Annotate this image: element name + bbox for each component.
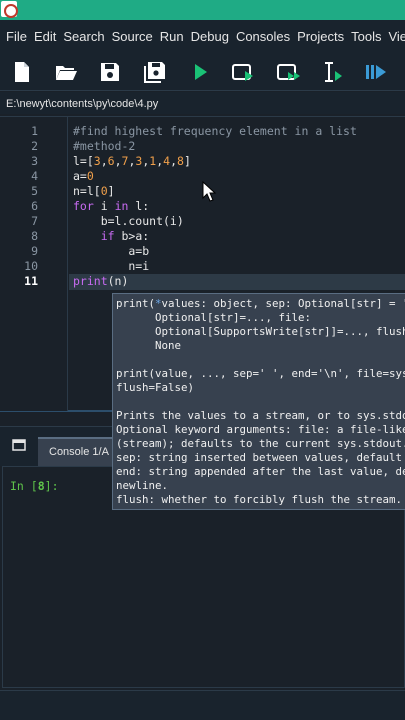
title-bar — [0, 0, 405, 20]
menu-bar: File Edit Search Source Run Debug Consol… — [0, 20, 405, 53]
calltip-line: Optional keyword arguments: file: a file… — [116, 423, 405, 436]
menu-projects[interactable]: Projects — [297, 29, 344, 44]
code-line[interactable]: a=0 — [73, 169, 94, 184]
current-line-number: 11 — [24, 274, 38, 288]
code-line[interactable]: #find highest frequency element in a lis… — [73, 124, 357, 139]
save-icon[interactable] — [97, 59, 123, 85]
calltip-line: (stream); defaults to the current sys.st… — [116, 437, 405, 450]
line-number: 5 — [31, 184, 38, 198]
line-number: 4 — [31, 169, 38, 183]
open-folder-icon[interactable] — [53, 59, 79, 85]
line-number: 2 — [31, 139, 38, 153]
new-file-icon[interactable] — [8, 59, 34, 85]
code-line[interactable]: n=i — [73, 259, 149, 274]
code-line[interactable]: print(n) — [73, 274, 128, 289]
menu-consoles[interactable]: Consoles — [236, 29, 290, 44]
spyder-app-icon — [1, 1, 18, 18]
menu-run[interactable]: Run — [160, 29, 184, 44]
menu-view[interactable]: View — [388, 29, 405, 44]
calltip-line: flush=False) — [116, 381, 195, 394]
line-number: 7 — [31, 214, 38, 228]
save-all-icon[interactable] — [142, 59, 168, 85]
line-number: 1 — [31, 124, 38, 138]
calltip-line: Optional[SupportsWrite[str]]=..., flush:… — [155, 325, 405, 338]
prompt-prefix: In [ — [10, 479, 38, 493]
line-number: 8 — [31, 229, 38, 243]
code-line[interactable]: if b>a: — [73, 229, 149, 244]
code-line[interactable]: a=b — [73, 244, 149, 259]
line-number: 9 — [31, 244, 38, 258]
menu-source[interactable]: Source — [112, 29, 153, 44]
console-tab-label: Console 1/A — [49, 446, 109, 458]
menu-search[interactable]: Search — [63, 29, 104, 44]
debug-icon[interactable] — [364, 59, 390, 85]
menu-file[interactable]: File — [6, 29, 27, 44]
line-number: 10 — [24, 259, 38, 273]
prompt-number: 8 — [37, 479, 45, 493]
menu-tools[interactable]: Tools — [351, 29, 381, 44]
code-line[interactable]: for i in l: — [73, 199, 149, 214]
run-selection-icon[interactable] — [320, 59, 346, 85]
calltip-line: end: string appended after the last valu… — [116, 465, 405, 478]
code-line[interactable]: #method-2 — [73, 139, 135, 154]
run-cell-icon[interactable] — [231, 59, 257, 85]
run-icon[interactable] — [187, 59, 213, 85]
calltip-line: None — [116, 339, 182, 352]
menu-debug[interactable]: Debug — [191, 29, 229, 44]
status-bar — [0, 690, 405, 720]
calltip-line: print(*values: object, sep: Optional[str… — [116, 297, 405, 310]
calltip-line: flush: whether to forcibly flush the str… — [116, 493, 403, 506]
prompt-suffix: ]: — [44, 479, 59, 493]
mouse-cursor-icon — [202, 181, 217, 202]
file-path: E:\newyt\contents\py\code\4.py — [6, 98, 159, 110]
calltip-line: print(value, ..., sep=' ', end='\n', fil… — [116, 367, 405, 380]
calltip-popup: print(*values: object, sep: Optional[str… — [112, 293, 405, 510]
code-line[interactable]: b=l.count(i) — [73, 214, 184, 229]
console-window-icon[interactable] — [12, 439, 26, 451]
code-line[interactable]: l=[3,6,7,3,1,4,8] — [73, 154, 191, 169]
calltip-line: Optional[str]=..., file: — [116, 311, 312, 324]
line-number: 3 — [31, 154, 38, 168]
run-cell-advance-icon[interactable] — [276, 59, 302, 85]
code-line[interactable]: n=l[0] — [73, 184, 115, 199]
calltip-line: newline. — [116, 479, 169, 492]
console-prompt[interactable]: In [8]: — [10, 479, 59, 493]
line-number-gutter: 1 2 3 4 5 6 7 8 9 10 11 — [0, 117, 68, 411]
tab-console-1a[interactable]: Console 1/A — [38, 437, 116, 467]
line-number: 6 — [31, 199, 38, 213]
menu-edit[interactable]: Edit — [34, 29, 56, 44]
file-path-bar: E:\newyt\contents\py\code\4.py — [0, 92, 405, 114]
calltip-line: sep: string inserted between values, def… — [116, 451, 403, 464]
toolbar — [0, 53, 405, 91]
calltip-line: Prints the values to a stream, or to sys… — [116, 409, 405, 422]
